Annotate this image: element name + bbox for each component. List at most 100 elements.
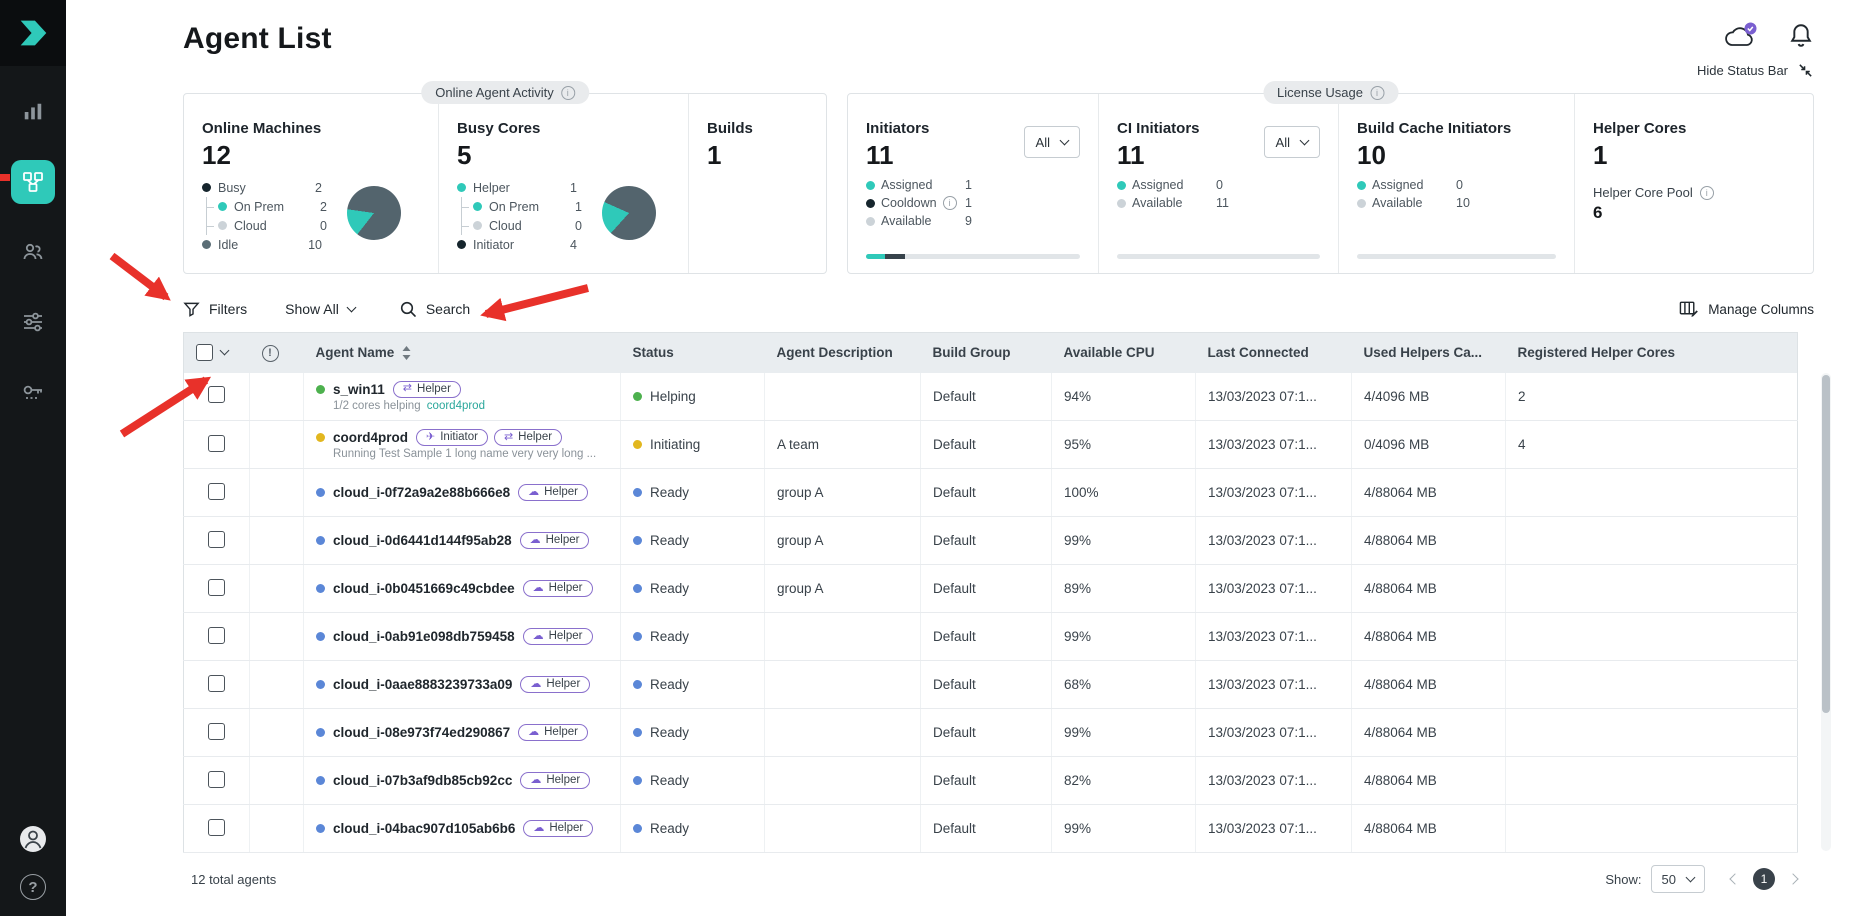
account-avatar[interactable] (18, 824, 48, 854)
table-row[interactable]: cloud_i-07b3af9db85cb92cc ☁Helper Ready … (184, 757, 1798, 805)
table-row[interactable]: coord4prod ✈Initiator⇄Helper Running Tes… (184, 421, 1798, 469)
sidebar-item-dashboard[interactable] (19, 98, 47, 126)
agent-name[interactable]: cloud_i-07b3af9db85cb92cc (333, 773, 512, 788)
column-header-description[interactable]: Agent Description (765, 333, 921, 373)
legend-item: Available9 (866, 212, 1080, 230)
info-icon[interactable] (1370, 86, 1384, 100)
vertical-scrollbar[interactable] (1821, 373, 1831, 851)
row-checkbox[interactable] (208, 483, 225, 500)
help-icon[interactable] (20, 874, 46, 900)
row-checkbox[interactable] (208, 531, 225, 548)
alerts-column-icon[interactable] (262, 345, 279, 362)
sidebar-item-users[interactable] (19, 238, 47, 266)
table-row[interactable]: cloud_i-0f72a9a2e88b666e8 ☁Helper Ready … (184, 469, 1798, 517)
agent-name[interactable]: s_win11 (333, 382, 385, 397)
column-header-last-connected[interactable]: Last Connected (1196, 333, 1352, 373)
sidebar-bottom (18, 824, 48, 916)
sidebar-item-settings[interactable] (19, 308, 47, 336)
agent-name-cell[interactable]: cloud_i-0f72a9a2e88b666e8 ☁Helper (304, 469, 621, 517)
hide-status-bar-button[interactable]: Hide Status Bar (1697, 62, 1814, 79)
notifications-bell-icon[interactable] (1788, 22, 1814, 50)
info-icon[interactable] (1700, 186, 1714, 200)
cloud-status-icon[interactable] (1722, 22, 1758, 50)
description-cell (765, 805, 921, 853)
column-header-cpu[interactable]: Available CPU (1052, 333, 1196, 373)
next-page-icon[interactable] (1787, 873, 1798, 884)
info-icon[interactable] (561, 86, 575, 100)
sort-arrows-icon[interactable] (401, 345, 412, 361)
table-row[interactable]: cloud_i-08e973f74ed290867 ☁Helper Ready … (184, 709, 1798, 757)
agent-name-cell[interactable]: cloud_i-0aae8883239733a09 ☁Helper (304, 661, 621, 709)
agent-name[interactable]: coord4prod (333, 430, 408, 445)
table-row[interactable]: cloud_i-04bac907d105ab6b6 ☁Helper Ready … (184, 805, 1798, 853)
last-connected-cell: 13/03/2023 07:1... (1196, 373, 1352, 421)
row-checkbox[interactable] (208, 723, 225, 740)
ci-initiators-filter-dropdown[interactable]: All (1264, 126, 1320, 158)
row-alert-cell (250, 709, 304, 757)
column-header-used-helpers[interactable]: Used Helpers Ca... (1352, 333, 1506, 373)
legend-item: Assigned1 (866, 176, 1080, 194)
select-all-checkbox[interactable] (196, 344, 213, 361)
table-row[interactable]: cloud_i-0aae8883239733a09 ☁Helper Ready … (184, 661, 1798, 709)
agent-name-cell[interactable]: cloud_i-04bac907d105ab6b6 ☁Helper (304, 805, 621, 853)
available-cpu-cell: 68% (1052, 661, 1196, 709)
app-logo[interactable] (0, 0, 66, 66)
agent-name-cell[interactable]: cloud_i-0d6441d144f95ab28 ☁Helper (304, 517, 621, 565)
agent-name[interactable]: cloud_i-08e973f74ed290867 (333, 725, 510, 740)
search-button[interactable]: Search (399, 300, 470, 318)
status-dot (633, 536, 642, 545)
row-checkbox[interactable] (208, 771, 225, 788)
table-row[interactable]: cloud_i-0b0451669c49cbdee ☁Helper Ready … (184, 565, 1798, 613)
agent-name[interactable]: cloud_i-04bac907d105ab6b6 (333, 821, 515, 836)
agent-name[interactable]: cloud_i-0d6441d144f95ab28 (333, 533, 512, 548)
initiators-filter-dropdown[interactable]: All (1024, 126, 1080, 158)
agent-name-cell[interactable]: s_win11 ⇄Helper 1/2 cores helping coord4… (304, 373, 621, 421)
agent-status-dot (316, 433, 325, 442)
scrollbar-thumb[interactable] (1822, 375, 1830, 713)
sidebar-item-license[interactable] (19, 378, 47, 406)
agent-name[interactable]: cloud_i-0aae8883239733a09 (333, 677, 512, 692)
prev-page-icon[interactable] (1729, 873, 1740, 884)
row-checkbox[interactable] (208, 675, 225, 692)
table-row[interactable]: cloud_i-0ab91e098db759458 ☁Helper Ready … (184, 613, 1798, 661)
select-menu-chevron-icon[interactable] (220, 346, 230, 356)
column-header-agent-name[interactable]: Agent Name (304, 333, 621, 373)
agent-name[interactable]: cloud_i-0f72a9a2e88b666e8 (333, 485, 510, 500)
manage-columns-button[interactable]: Manage Columns (1679, 300, 1814, 318)
filter-funnel-icon (183, 301, 200, 318)
show-all-dropdown[interactable]: Show All (285, 301, 355, 317)
helper-cores-value: 1 (1593, 140, 1795, 171)
agent-name[interactable]: cloud_i-0ab91e098db759458 (333, 629, 515, 644)
helper-arrows-icon: ⇄ (504, 432, 513, 443)
agent-name-cell[interactable]: cloud_i-08e973f74ed290867 ☁Helper (304, 709, 621, 757)
agent-name[interactable]: cloud_i-0b0451669c49cbdee (333, 581, 515, 596)
column-header-status[interactable]: Status (621, 333, 765, 373)
agent-name-cell[interactable]: cloud_i-0b0451669c49cbdee ☁Helper (304, 565, 621, 613)
table-row[interactable]: cloud_i-0d6441d144f95ab28 ☁Helper Ready … (184, 517, 1798, 565)
row-checkbox[interactable] (208, 819, 225, 836)
helper-cloud-icon: ☁ (530, 775, 541, 786)
row-checkbox[interactable] (208, 386, 225, 403)
info-icon[interactable] (943, 196, 957, 210)
agent-status-dot (316, 584, 325, 593)
row-checkbox[interactable] (208, 627, 225, 644)
agent-name-cell[interactable]: cloud_i-07b3af9db85cb92cc ☁Helper (304, 757, 621, 805)
agent-name-cell[interactable]: coord4prod ✈Initiator⇄Helper Running Tes… (304, 421, 621, 469)
status-cell: Initiating (621, 421, 765, 469)
helper-badge: ☁Helper (520, 772, 590, 789)
row-checkbox[interactable] (208, 435, 225, 452)
agent-name-cell[interactable]: cloud_i-0ab91e098db759458 ☁Helper (304, 613, 621, 661)
page-size-dropdown[interactable]: 50 (1651, 865, 1705, 893)
current-page-badge[interactable]: 1 (1753, 868, 1775, 890)
registered-cores-cell (1506, 805, 1798, 853)
row-checkbox[interactable] (208, 579, 225, 596)
subtitle-link[interactable]: coord4prod (427, 400, 485, 412)
table-row[interactable]: s_win11 ⇄Helper 1/2 cores helping coord4… (184, 373, 1798, 421)
column-header-build-group[interactable]: Build Group (921, 333, 1052, 373)
column-header-reg-cores[interactable]: Registered Helper Cores (1506, 333, 1798, 373)
sidebar-item-agents[interactable] (11, 160, 55, 204)
agent-badges: ☁Helper (518, 484, 588, 501)
agents-table: Agent Name Status Agent Description Buil… (183, 332, 1798, 853)
filters-button[interactable]: Filters (183, 301, 247, 318)
description-cell: A team (765, 421, 921, 469)
